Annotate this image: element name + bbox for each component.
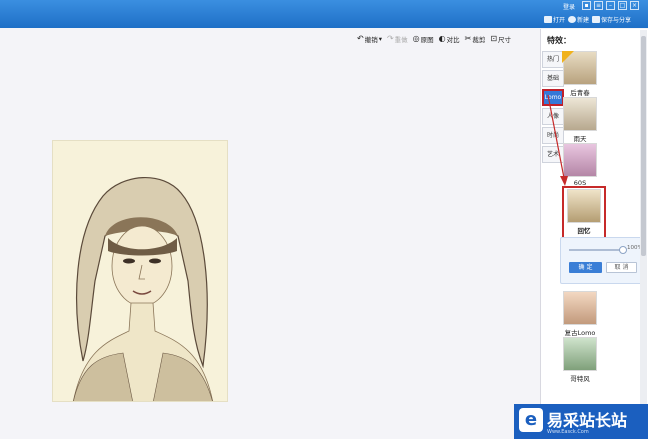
size-label: 尺寸 <box>498 36 512 44</box>
effect-label: 复古Lomo <box>564 329 596 337</box>
panel-title: 特效： <box>547 36 571 45</box>
save-share-label: 保存与分享 <box>601 17 632 24</box>
compare-button[interactable]: ◐ 对比 <box>438 34 460 45</box>
effect-thumbnail <box>563 291 597 325</box>
chevron-down-icon: ▾ <box>378 35 382 43</box>
intensity-slider[interactable] <box>569 246 627 254</box>
resize-icon: ⊡ <box>490 34 498 43</box>
panel-scrollbar[interactable] <box>640 30 647 430</box>
size-button[interactable]: ⊡ 尺寸 <box>490 34 512 45</box>
plus-circle-icon <box>568 16 577 23</box>
watermark-logo: e <box>519 408 543 432</box>
folder-icon <box>544 16 552 23</box>
cancel-button[interactable]: 取 消 <box>606 262 637 273</box>
annotation-arrow-icon <box>547 94 568 186</box>
watermark-title: 易采站长站 <box>547 411 628 430</box>
menu-icon[interactable]: ≡ <box>594 1 603 10</box>
site-watermark: e 易采站长站 Www.Easck.Com <box>514 404 648 439</box>
original-button[interactable]: ◎ 原图 <box>412 34 434 45</box>
undo-icon: ↶ <box>357 34 364 43</box>
message-icon[interactable]: ▪ <box>582 1 591 10</box>
new-label: 新建 <box>577 17 590 24</box>
open-label: 打开 <box>553 17 566 24</box>
redo-button[interactable]: ↷ 重做 <box>386 34 408 45</box>
effect-thumbnail <box>563 337 597 371</box>
compare-icon: ◐ <box>438 34 446 43</box>
title-bar: 登录 ▪ ≡ – □ × 打开 新建 保存与分享 <box>0 0 648 28</box>
file-actions: 打开 新建 保存与分享 <box>544 15 631 24</box>
new-button[interactable]: 新建 <box>568 15 589 24</box>
undo-label: 撤销 <box>364 36 378 44</box>
login-link[interactable]: 登录 <box>563 2 575 11</box>
maximize-icon[interactable]: □ <box>618 1 627 10</box>
effect-label: 哥特风 <box>570 375 590 383</box>
compare-label: 对比 <box>446 36 460 44</box>
original-label: 原图 <box>420 36 434 44</box>
selected-effect-highlight <box>562 186 606 239</box>
open-button[interactable]: 打开 <box>544 15 565 24</box>
edit-toolbar: ↶ 撤销 ▾ ↷ 重做 ◎ 原图 ◐ 对比 ✂ 裁剪 ⊡ 尺寸 <box>357 34 512 45</box>
circle-icon: ◎ <box>412 34 420 43</box>
watermark-subtitle: Www.Easck.Com <box>547 429 589 435</box>
save-icon <box>592 16 601 23</box>
undo-button[interactable]: ↶ 撤销 ▾ <box>357 34 382 45</box>
close-icon[interactable]: × <box>630 1 639 10</box>
scissors-icon: ✂ <box>464 34 472 43</box>
save-share-button[interactable]: 保存与分享 <box>592 15 631 24</box>
crop-label: 裁剪 <box>472 36 486 44</box>
redo-label: 重做 <box>394 36 408 44</box>
crop-button[interactable]: ✂ 裁剪 <box>464 34 486 45</box>
sketch-portrait-image <box>53 141 227 401</box>
effect-item[interactable]: 复古Lomo <box>560 291 600 337</box>
minimize-icon[interactable]: – <box>606 1 615 10</box>
photo-canvas[interactable] <box>52 140 228 402</box>
effect-adjust-panel: 100% 确 定 取 消 <box>560 237 643 284</box>
effect-item[interactable]: 哥特风 <box>560 337 600 383</box>
scrollbar-thumb[interactable] <box>641 36 646 256</box>
window-controls: ▪ ≡ – □ × <box>582 1 639 10</box>
slider-knob[interactable] <box>619 246 627 254</box>
redo-icon: ↷ <box>386 34 394 43</box>
confirm-button[interactable]: 确 定 <box>569 262 602 273</box>
